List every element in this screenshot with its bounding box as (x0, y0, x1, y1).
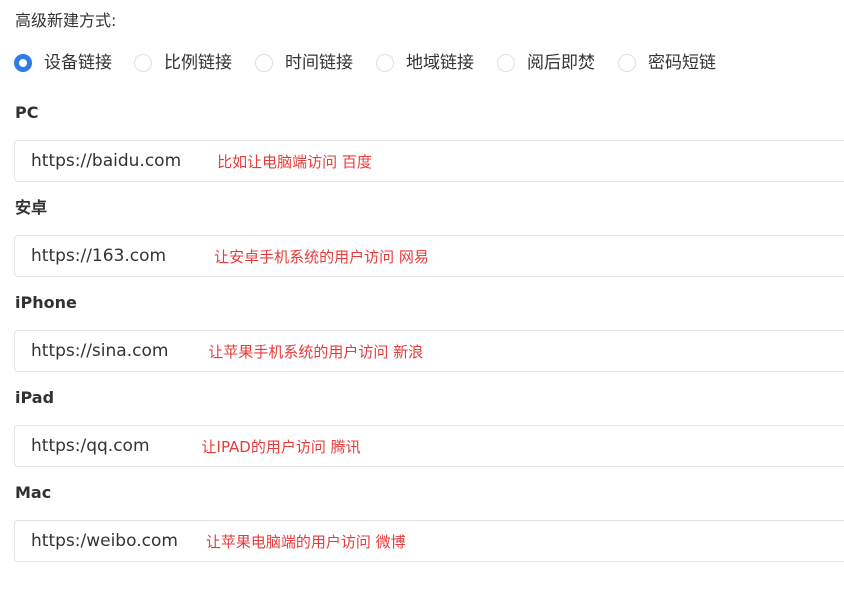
mac-url-note: 让苹果电脑端的用户访问 微博 (205, 532, 406, 551)
pc-url-note: 比如让电脑端访问 百度 (217, 152, 372, 171)
radio-device-link[interactable]: 设备链接 (14, 52, 112, 74)
field-mac: Mac https:/weibo.com 让苹果电脑端的用户访问 微博 (14, 481, 844, 562)
radio-burn-after-read[interactable]: 阅后即焚 (497, 52, 595, 74)
radio-unchecked-icon (134, 54, 152, 72)
radio-label: 阅后即焚 (527, 53, 595, 73)
radio-unchecked-icon (255, 54, 273, 72)
pc-url-value: https://baidu.com (31, 151, 182, 171)
field-label-ipad: iPad (15, 388, 55, 407)
device-url-fields: PC https://baidu.com 比如让电脑端访问 百度 安卓 http… (14, 101, 844, 576)
radio-password-link[interactable]: 密码短链 (618, 52, 716, 74)
mac-url-input[interactable]: https:/weibo.com 让苹果电脑端的用户访问 微博 (14, 520, 844, 562)
pc-url-input[interactable]: https://baidu.com 比如让电脑端访问 百度 (14, 140, 844, 182)
iphone-url-value: https://sina.com (31, 341, 169, 361)
android-url-note: 让安卓手机系统的用户访问 网易 (214, 247, 429, 266)
radio-unchecked-icon (618, 54, 636, 72)
field-ipad: iPad https:/qq.com 让IPAD的用户访问 腾讯 (14, 386, 844, 467)
field-android: 安卓 https://163.com 让安卓手机系统的用户访问 网易 (14, 196, 844, 277)
radio-checked-icon (14, 54, 32, 72)
radio-label: 设备链接 (44, 53, 112, 73)
radio-unchecked-icon (376, 54, 394, 72)
field-label-android: 安卓 (15, 198, 48, 217)
field-iphone: iPhone https://sina.com 让苹果手机系统的用户访问 新浪 (14, 291, 844, 372)
radio-label: 比例链接 (164, 53, 232, 73)
mac-url-value: https:/weibo.com (31, 531, 178, 551)
radio-label: 密码短链 (648, 53, 716, 73)
link-mode-radio-group: 设备链接 比例链接 时间链接 地域链接 阅后即焚 密码短链 (14, 51, 716, 75)
advanced-create-form: 高级新建方式: 设备链接 比例链接 时间链接 地域链接 阅后即焚 密码短链 PC (0, 0, 844, 607)
android-url-value: https://163.com (31, 246, 167, 266)
radio-region-link[interactable]: 地域链接 (376, 52, 474, 74)
android-url-input[interactable]: https://163.com 让安卓手机系统的用户访问 网易 (14, 235, 844, 277)
radio-unchecked-icon (497, 54, 515, 72)
radio-time-link[interactable]: 时间链接 (255, 52, 353, 74)
ipad-url-input[interactable]: https:/qq.com 让IPAD的用户访问 腾讯 (14, 425, 844, 467)
radio-ratio-link[interactable]: 比例链接 (134, 52, 232, 74)
ipad-url-value: https:/qq.com (31, 436, 150, 456)
iphone-url-input[interactable]: https://sina.com 让苹果手机系统的用户访问 新浪 (14, 330, 844, 372)
field-pc: PC https://baidu.com 比如让电脑端访问 百度 (14, 101, 844, 182)
radio-label: 时间链接 (285, 53, 353, 73)
field-label-pc: PC (15, 103, 39, 122)
advanced-mode-heading: 高级新建方式: (15, 11, 117, 30)
ipad-url-note: 让IPAD的用户访问 腾讯 (201, 437, 361, 456)
field-label-mac: Mac (15, 483, 52, 502)
radio-label: 地域链接 (406, 53, 474, 73)
field-label-iphone: iPhone (15, 293, 77, 312)
iphone-url-note: 让苹果手机系统的用户访问 新浪 (208, 342, 424, 361)
